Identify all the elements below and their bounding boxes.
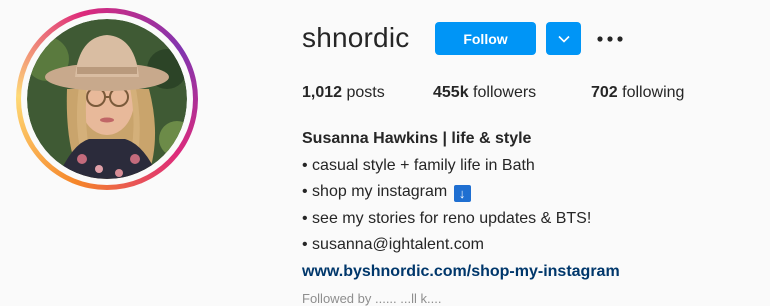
username: shnordic xyxy=(302,22,410,53)
posts-label: posts xyxy=(346,84,385,101)
posts-stat: 1,012 posts xyxy=(302,84,385,102)
bio-line: • susanna@ightalent.com xyxy=(302,236,484,253)
following-stat[interactable]: 702 following xyxy=(591,84,684,102)
followed-by-text[interactable]: Followed by ...... ...ll k.... xyxy=(302,291,441,306)
suggested-dropdown-button[interactable] xyxy=(546,22,581,55)
followers-count: 455k xyxy=(433,84,469,101)
posts-count: 1,012 xyxy=(302,84,343,101)
bio-line: • shop my instagram ↓ xyxy=(302,179,620,206)
follow-button[interactable]: Follow xyxy=(435,22,536,55)
website-link[interactable]: www.byshnordic.com/shop-my-instagram xyxy=(302,263,620,280)
following-label: following xyxy=(622,84,685,101)
bio-line-text: • shop my instagram xyxy=(302,183,448,200)
followers-label: followers xyxy=(473,84,537,101)
following-count: 702 xyxy=(591,84,618,101)
profile-bio: Susanna Hawkins | life & style • casual … xyxy=(302,126,620,285)
more-options-icon xyxy=(597,36,623,42)
down-arrow-emoji-icon: ↓ xyxy=(453,185,471,202)
avatar-gap xyxy=(21,13,193,185)
bio-line: • see my stories for reno updates & BTS! xyxy=(302,209,592,227)
followers-stat[interactable]: 455k followers xyxy=(433,84,536,102)
avatar-ring[interactable] xyxy=(16,8,198,190)
bio-line: • casual style + family life in Bath xyxy=(302,156,535,174)
chevron-down-icon xyxy=(557,35,570,43)
avatar[interactable] xyxy=(27,19,187,179)
full-name: Susanna Hawkins | life & style xyxy=(302,130,532,147)
more-options-button[interactable] xyxy=(594,26,626,52)
